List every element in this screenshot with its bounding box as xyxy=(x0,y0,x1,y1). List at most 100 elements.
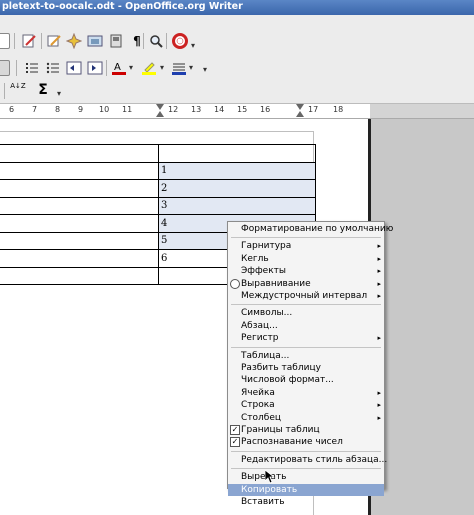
menu-item-label: Символы... xyxy=(241,308,293,319)
find-icon[interactable] xyxy=(148,33,164,49)
table-cell[interactable] xyxy=(0,266,159,285)
highlighting-icon[interactable] xyxy=(141,60,157,76)
menu-item[interactable]: Копировать xyxy=(228,483,384,496)
menu-item[interactable]: Выравнивание ▸ xyxy=(228,278,384,290)
table-cell[interactable] xyxy=(0,196,159,215)
font-color-icon[interactable]: A xyxy=(111,60,127,76)
menu-item[interactable]: Кегль ▸ xyxy=(228,253,384,265)
table-row: 3 xyxy=(0,196,316,215)
menu-item-label: Распознавание чисел xyxy=(241,437,343,448)
table-cell[interactable] xyxy=(0,231,159,250)
sort-icon[interactable]: A↓Z xyxy=(10,83,26,99)
table-cell[interactable] xyxy=(0,144,159,163)
menu-item[interactable]: Вставить xyxy=(228,496,384,508)
table-cell[interactable] xyxy=(0,249,159,268)
menu-item[interactable]: Столбец ▸ xyxy=(228,412,384,424)
ruler-column-marker-icon[interactable] xyxy=(296,104,304,117)
navigator-icon[interactable] xyxy=(65,32,83,50)
menu-item[interactable]: ✓ Границы таблиц xyxy=(228,424,384,436)
submenu-arrow-icon: ▸ xyxy=(377,292,381,300)
menu-separator xyxy=(231,304,381,306)
menu-item[interactable]: ✓ Распознавание чисел xyxy=(228,436,384,448)
table-cell[interactable]: 1 xyxy=(158,161,316,180)
menu-item-label: Таблица... xyxy=(241,350,290,361)
menu-separator xyxy=(231,237,381,239)
submenu-arrow-icon: ▸ xyxy=(377,242,381,251)
ruler-column-marker-icon[interactable] xyxy=(156,104,164,117)
menu-item-label: Выравнивание xyxy=(241,278,311,289)
menu-separator xyxy=(231,450,381,452)
menu-item-label: Границы таблиц xyxy=(241,425,320,435)
toolbar-overflow-icon[interactable]: ▾ xyxy=(203,65,207,74)
menu-item-label: Вырезать xyxy=(241,472,287,483)
ruler-number: 10 xyxy=(99,105,110,114)
menu-item[interactable]: Форматирование по умолчанию xyxy=(228,223,393,235)
toolbar-separator xyxy=(14,33,15,49)
new-doc-icon[interactable] xyxy=(0,33,10,49)
submenu-arrow-icon: ▸ xyxy=(377,334,381,343)
text-boundary-top xyxy=(0,131,313,132)
edit-file-icon[interactable] xyxy=(21,33,37,49)
toolbar-separator xyxy=(16,60,17,76)
highlighting-dropdown-icon[interactable]: ▾ xyxy=(160,63,164,72)
menu-item-label: Разбить таблицу xyxy=(241,363,321,373)
menu-item[interactable]: Редактировать стиль абзаца... xyxy=(228,454,388,466)
menu-item-label: Междустрочный интервал xyxy=(241,291,368,301)
table-cell[interactable] xyxy=(158,144,316,163)
sum-icon[interactable]: Σ xyxy=(35,82,51,98)
datasources-icon[interactable] xyxy=(108,33,124,49)
menu-item[interactable]: Междустрочный интервал ▸ xyxy=(228,290,384,302)
spellcheck-icon[interactable] xyxy=(46,33,62,49)
table-cell[interactable]: 3 xyxy=(158,196,316,215)
toolbar-separator xyxy=(41,33,42,49)
toolbar-overflow-icon[interactable]: ▾ xyxy=(191,41,195,50)
toolbar-separator xyxy=(143,33,144,49)
menu-item-label: Абзац... xyxy=(241,320,278,331)
ruler-number: 13 xyxy=(191,105,202,114)
gallery-icon[interactable] xyxy=(87,33,103,49)
menu-item[interactable]: Гарнитура ▸ xyxy=(228,240,384,252)
table-row xyxy=(0,144,316,163)
font-color-dropdown-icon[interactable]: ▾ xyxy=(129,63,133,72)
decrease-indent-icon[interactable] xyxy=(66,60,82,76)
table-cell[interactable] xyxy=(0,161,159,180)
radio-icon xyxy=(230,278,240,289)
increase-indent-icon[interactable] xyxy=(87,60,103,76)
align-justify-icon[interactable] xyxy=(0,60,10,76)
ruler-number: 18 xyxy=(333,105,344,114)
menu-item[interactable]: Абзац... xyxy=(228,320,384,332)
menu-item-label: Редактировать стиль абзаца... xyxy=(241,454,388,465)
sort-label: A↓Z xyxy=(10,82,26,90)
formatting-toolbar: A ▾ ▾ ▾ ▾ xyxy=(0,57,474,79)
submenu-arrow-icon: ▸ xyxy=(377,401,381,410)
menu-item-label: Вставить xyxy=(241,497,285,507)
menu-item[interactable]: Разбить таблицу xyxy=(228,362,384,374)
background-color-icon[interactable] xyxy=(171,60,187,76)
bullets-icon[interactable] xyxy=(45,60,61,76)
menu-item-label: Ячейка xyxy=(241,387,275,398)
submenu-arrow-icon: ▸ xyxy=(377,388,381,397)
table-cell[interactable] xyxy=(0,214,159,233)
menu-item[interactable]: Ячейка ▸ xyxy=(228,387,384,399)
menu-item[interactable]: Символы... xyxy=(228,307,384,319)
help-icon[interactable] xyxy=(172,33,188,49)
toolbar-overflow-icon[interactable]: ▾ xyxy=(57,89,61,98)
menu-item[interactable]: Регистр ▸ xyxy=(228,332,384,344)
background-color-dropdown-icon[interactable]: ▾ xyxy=(189,63,193,72)
ruler-number: 9 xyxy=(78,105,84,114)
menu-item[interactable]: Таблица... xyxy=(228,350,384,362)
menu-item-label: Эффекты xyxy=(241,266,286,277)
menu-item[interactable]: Вырезать xyxy=(228,471,384,483)
table-cell[interactable] xyxy=(0,179,159,198)
menu-item[interactable]: Эффекты ▸ xyxy=(228,265,384,277)
numbering-icon[interactable] xyxy=(24,60,40,76)
menu-item[interactable]: Строка ▸ xyxy=(228,399,384,411)
horizontal-ruler[interactable]: 6 7 8 9 10 11 12 13 14 15 16 17 18 xyxy=(0,104,370,119)
toolbar-separator xyxy=(106,60,107,76)
standard-toolbar: ¶ ▾ xyxy=(0,15,474,58)
toolbar-separator xyxy=(166,33,167,49)
menu-item-label: Строка xyxy=(241,400,275,411)
menu-item[interactable]: Числовой формат... xyxy=(228,374,384,386)
table-cell[interactable]: 2 xyxy=(158,179,316,198)
menu-separator xyxy=(231,346,381,348)
